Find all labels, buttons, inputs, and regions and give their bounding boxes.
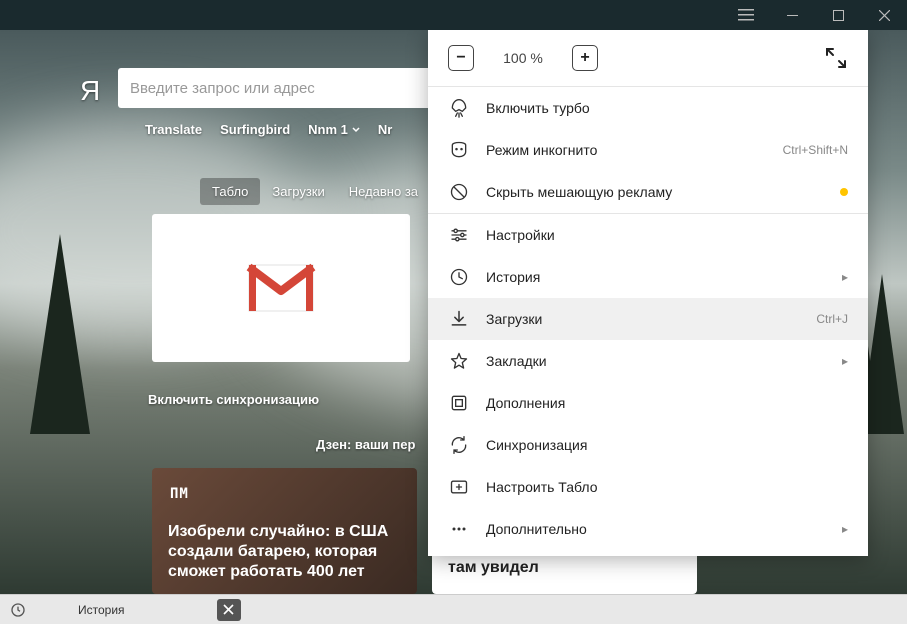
zen-label: Дзен: ваши пер — [316, 437, 415, 452]
indicator-dot — [840, 188, 848, 196]
menu-sync[interactable]: Синхронизация — [428, 424, 868, 466]
star-icon — [448, 350, 470, 372]
gmail-icon — [245, 261, 317, 315]
clock-icon — [10, 602, 26, 618]
content-tabs: Табло Загрузки Недавно за — [200, 178, 430, 205]
zoom-level: 100 % — [498, 50, 548, 66]
dots-icon — [448, 518, 470, 540]
menu-label: Включить турбо — [486, 100, 848, 116]
card-headline: Изобрели случайно: в США создали батарею… — [168, 522, 401, 582]
rocket-icon — [448, 97, 470, 119]
browser-menu: − 100 % + Включить турбо Режим инкогнито… — [428, 30, 868, 556]
chevron-down-icon — [352, 126, 360, 134]
close-icon — [879, 10, 890, 21]
enable-sync-link[interactable]: Включить синхронизацию — [148, 392, 319, 407]
menu-label: Загрузки — [486, 311, 800, 327]
menu-label: Дополнительно — [486, 521, 826, 537]
extensions-icon — [448, 392, 470, 414]
menu-extensions[interactable]: Дополнения — [428, 382, 868, 424]
menu-label: Синхронизация — [486, 437, 848, 453]
window-titlebar — [0, 0, 907, 30]
bookmarks-row: Translate Surfingbird Nnm 1 Nr — [145, 122, 392, 137]
mask-icon — [448, 139, 470, 161]
menu-settings[interactable]: Настройки — [428, 214, 868, 256]
menu-label: Закладки — [486, 353, 826, 369]
maximize-icon — [833, 10, 844, 21]
zen-card-1[interactable]: ПМ Изобрели случайно: в США создали бата… — [152, 468, 417, 594]
menu-label: Настройки — [486, 227, 848, 243]
bookmark-surfingbird[interactable]: Surfingbird — [220, 122, 290, 137]
download-icon — [448, 308, 470, 330]
bookmark-nnm1[interactable]: Nnm 1 — [308, 122, 360, 137]
menu-shortcut: Ctrl+Shift+N — [783, 143, 848, 157]
menu-label: История — [486, 269, 826, 285]
tablo-tile-gmail[interactable] — [152, 214, 410, 362]
sync-icon — [448, 434, 470, 456]
bookmark-translate[interactable]: Translate — [145, 122, 202, 137]
menu-label: Дополнения — [486, 395, 848, 411]
zoom-row: − 100 % + — [428, 30, 868, 86]
fullscreen-icon — [824, 46, 848, 70]
menu-configure-tablo[interactable]: Настроить Табло — [428, 466, 868, 508]
zoom-out-button[interactable]: − — [448, 45, 474, 71]
menu-label: Скрыть мешающую рекламу — [486, 184, 824, 200]
card-source: ПМ — [170, 486, 189, 502]
menu-downloads[interactable]: Загрузки Ctrl+J — [428, 298, 868, 340]
bottombar-label[interactable]: История — [78, 603, 125, 617]
menu-label: Режим инкогнито — [486, 142, 767, 158]
browser-content: Я Введите запрос или адрес Translate Sur… — [0, 30, 907, 594]
menu-shortcut: Ctrl+J — [816, 312, 848, 326]
close-icon — [223, 604, 234, 615]
add-tile-icon — [448, 476, 470, 498]
tab-downloads[interactable]: Загрузки — [260, 178, 336, 205]
maximize-button[interactable] — [815, 0, 861, 30]
bookmark-nr[interactable]: Nr — [378, 122, 392, 137]
fullscreen-button[interactable] — [824, 46, 848, 70]
menu-turbo[interactable]: Включить турбо — [428, 87, 868, 129]
sliders-icon — [448, 224, 470, 246]
menu-hide-ads[interactable]: Скрыть мешающую рекламу — [428, 171, 868, 213]
menu-more[interactable]: Дополнительно ▸ — [428, 508, 868, 550]
chevron-right-icon: ▸ — [842, 354, 848, 368]
menu-label: Настроить Табло — [486, 479, 848, 495]
close-button[interactable] — [861, 0, 907, 30]
menu-bookmarks[interactable]: Закладки ▸ — [428, 340, 868, 382]
bottom-bar: История — [0, 594, 907, 624]
chevron-right-icon: ▸ — [842, 270, 848, 284]
minimize-button[interactable] — [769, 0, 815, 30]
menu-button[interactable] — [723, 9, 769, 21]
menu-incognito[interactable]: Режим инкогнито Ctrl+Shift+N — [428, 129, 868, 171]
block-icon — [448, 181, 470, 203]
tab-tablo[interactable]: Табло — [200, 178, 260, 205]
clock-icon — [448, 266, 470, 288]
chevron-right-icon: ▸ — [842, 522, 848, 536]
minimize-icon — [787, 10, 798, 21]
search-placeholder: Введите запрос или адрес — [130, 80, 315, 97]
zoom-in-button[interactable]: + — [572, 45, 598, 71]
tab-recent[interactable]: Недавно за — [337, 178, 430, 205]
menu-history[interactable]: История ▸ — [428, 256, 868, 298]
bottombar-close-button[interactable] — [217, 599, 241, 621]
hamburger-icon — [738, 9, 754, 21]
yandex-logo[interactable]: Я — [80, 75, 100, 107]
